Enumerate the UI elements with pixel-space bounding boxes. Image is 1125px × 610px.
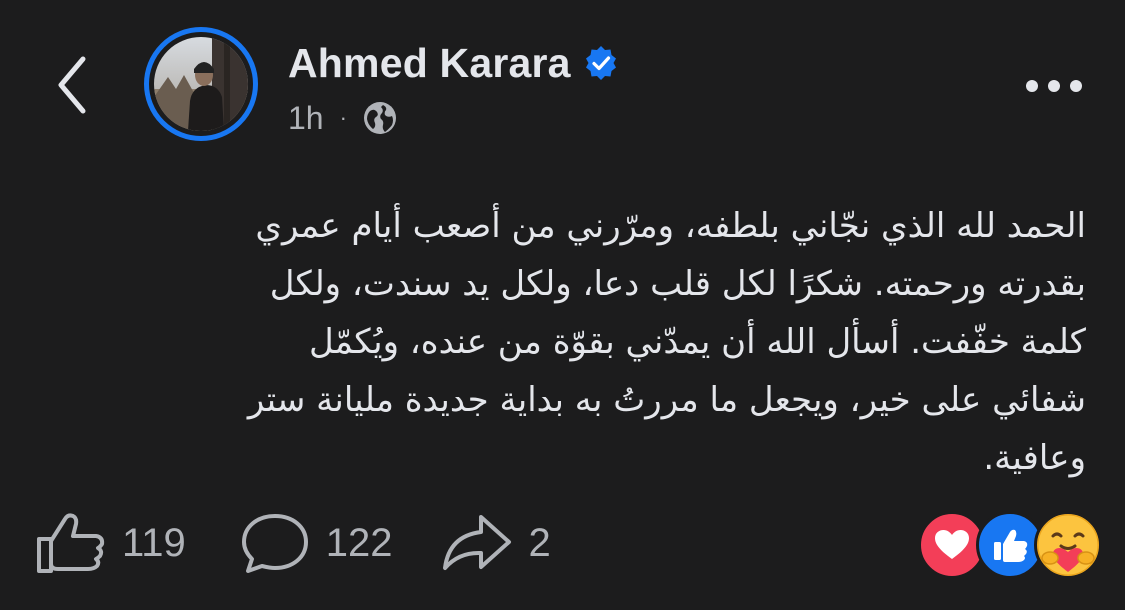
- author-name-row: Ahmed Karara: [288, 38, 619, 88]
- more-options-button[interactable]: [1022, 68, 1086, 104]
- post-body-line: وعافية.: [983, 438, 1086, 478]
- thumbs-up-icon: [37, 513, 105, 573]
- post-body-line: بقدرته ورحمته. شكرًا لكل قلب دعا، ولكل ي…: [269, 264, 1086, 304]
- more-dots-icon: [1026, 80, 1082, 92]
- share-arrow-icon: [442, 515, 511, 570]
- post-meta: 1h ·: [288, 96, 399, 140]
- chevron-left-icon: [58, 56, 86, 114]
- comment-count: 122: [325, 520, 393, 565]
- like-button[interactable]: 119: [36, 512, 186, 574]
- avatar-photo: [154, 37, 248, 131]
- globe-icon: [361, 99, 399, 137]
- comment-bubble-icon: [241, 514, 308, 573]
- back-button[interactable]: [44, 52, 100, 118]
- post-body-line: الحمد لله الذي نجّاني بلطفه، ومرّرني من …: [255, 206, 1086, 246]
- verified-badge-icon: [583, 45, 619, 81]
- share-count: 2: [528, 520, 551, 565]
- post-body-line: شفائي على خير، ويجعل ما مررتُ به بداية ج…: [247, 380, 1086, 420]
- share-button[interactable]: 2: [441, 512, 551, 574]
- reaction-summary[interactable]: [918, 511, 1102, 579]
- post-body: الحمد لله الذي نجّاني بلطفه، ومرّرني من …: [40, 197, 1086, 487]
- author-name[interactable]: Ahmed Karara: [288, 40, 571, 87]
- comment-button[interactable]: 122: [240, 512, 393, 574]
- post-actions: 119 122 2: [36, 510, 551, 576]
- post-header: Ahmed Karara 1h ·: [0, 0, 1125, 170]
- like-count: 119: [122, 520, 186, 565]
- post-body-line: كلمة خفّفت. أسأل الله أن يمدّني بقوّة من…: [308, 322, 1086, 362]
- meta-separator: ·: [339, 105, 347, 130]
- author-avatar[interactable]: [144, 27, 258, 141]
- post-timestamp[interactable]: 1h: [288, 100, 324, 137]
- care-reaction-icon: [1034, 511, 1102, 579]
